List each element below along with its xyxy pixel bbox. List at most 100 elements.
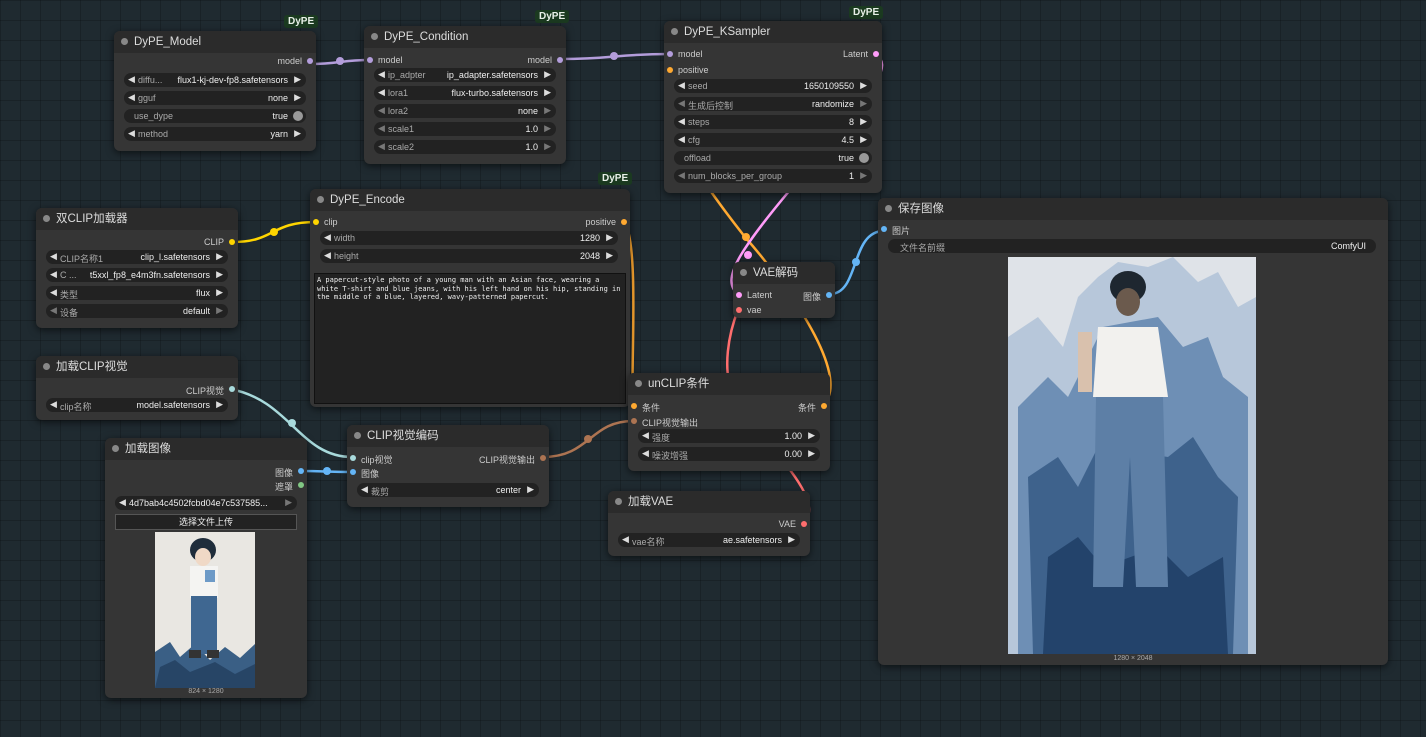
arrow-left-icon[interactable]: ◀ <box>678 116 685 127</box>
node-unclip-conditioning[interactable]: unCLIP条件 条件 条件 CLIP视觉输出 ◀ 强度 1.00 ▶ ◀ 噪波… <box>628 373 830 471</box>
collapse-dot-icon[interactable] <box>43 363 50 370</box>
widget-clip-name-2[interactable]: ◀ C ... t5xxl_fp8_e4m3fn.safetensors ▶ <box>46 268 228 282</box>
output-positive-dot[interactable] <box>621 219 627 225</box>
upload-file-button[interactable]: 选择文件上传 <box>115 514 297 530</box>
input-clip-vision-dot[interactable] <box>350 455 356 461</box>
collapse-dot-icon[interactable] <box>885 205 892 212</box>
prompt-textarea[interactable]: A papercut-style photo of a young man wi… <box>314 273 626 404</box>
arrow-left-icon[interactable]: ◀ <box>128 92 135 103</box>
input-image-dot[interactable] <box>350 469 356 475</box>
collapse-dot-icon[interactable] <box>740 269 747 276</box>
input-model-dot[interactable] <box>667 51 673 57</box>
arrow-right-icon[interactable]: ▶ <box>544 69 551 80</box>
node-dual-clip-loader[interactable]: 双CLIP加载器 CLIP ◀ CLIP名称1 clip_l.safetenso… <box>36 208 238 328</box>
output-image-dot[interactable] <box>826 292 832 298</box>
node-title[interactable]: DyPE_KSampler <box>664 21 882 43</box>
node-title[interactable]: 保存图像 <box>878 198 1388 220</box>
arrow-left-icon[interactable]: ◀ <box>642 430 649 441</box>
widget-cfg[interactable]: ◀ cfg 4.5 ▶ <box>674 133 872 147</box>
arrow-right-icon[interactable]: ▶ <box>216 287 223 298</box>
widget-control-after-generate[interactable]: ◀ 生成后控制 randomize ▶ <box>674 97 872 111</box>
output-model-dot[interactable] <box>557 57 563 63</box>
input-positive-dot[interactable] <box>667 67 673 73</box>
widget-vae-name[interactable]: ◀ vae名称 ae.safetensors ▶ <box>618 533 800 547</box>
node-title[interactable]: DyPE_Condition <box>364 26 566 48</box>
node-load-vae[interactable]: 加载VAE VAE ◀ vae名称 ae.safetensors ▶ <box>608 491 810 556</box>
arrow-right-icon[interactable]: ▶ <box>294 128 301 139</box>
widget-height[interactable]: ◀ height 2048 ▶ <box>320 249 618 263</box>
node-title[interactable]: 加载VAE <box>608 491 810 513</box>
input-vae-dot[interactable] <box>736 307 742 313</box>
arrow-right-icon[interactable]: ▶ <box>788 534 795 545</box>
output-conditioning-dot[interactable] <box>821 403 827 409</box>
arrow-right-icon[interactable]: ▶ <box>606 250 613 261</box>
widget-noise-augmentation[interactable]: ◀ 噪波增强 0.00 ▶ <box>638 447 820 461</box>
arrow-left-icon[interactable]: ◀ <box>378 141 385 152</box>
collapse-dot-icon[interactable] <box>371 33 378 40</box>
widget-scale2[interactable]: ◀ scale2 1.0 ▶ <box>374 140 556 154</box>
collapse-dot-icon[interactable] <box>354 432 361 439</box>
arrow-right-icon[interactable]: ▶ <box>527 484 534 495</box>
node-title[interactable]: DyPE_Encode <box>310 189 630 211</box>
widget-image-file[interactable]: ◀ 4d7bab4c4502fcbd04e7c537585... ▶ <box>115 496 297 510</box>
arrow-right-icon[interactable]: ▶ <box>285 497 292 508</box>
widget-clip-name-1[interactable]: ◀ CLIP名称1 clip_l.safetensors ▶ <box>46 250 228 264</box>
node-title[interactable]: unCLIP条件 <box>628 373 830 395</box>
arrow-right-icon[interactable]: ▶ <box>606 232 613 243</box>
node-clip-vision-encode[interactable]: CLIP视觉编码 clip视觉 CLIP视觉输出 图像 ◀ 裁剪 center … <box>347 425 549 507</box>
input-conditioning-dot[interactable] <box>631 403 637 409</box>
arrow-right-icon[interactable]: ▶ <box>294 74 301 85</box>
arrow-right-icon[interactable]: ▶ <box>294 92 301 103</box>
arrow-right-icon[interactable]: ▶ <box>860 116 867 127</box>
arrow-left-icon[interactable]: ◀ <box>128 128 135 139</box>
arrow-left-icon[interactable]: ◀ <box>50 251 57 262</box>
widget-clip-vision-name[interactable]: ◀ clip名称 model.safetensors ▶ <box>46 398 228 412</box>
arrow-right-icon[interactable]: ▶ <box>216 305 223 316</box>
widget-lora1[interactable]: ◀ lora1 flux-turbo.safetensors ▶ <box>374 86 556 100</box>
node-dype-model[interactable]: DyPE_Model model ◀ diffu... flux1-kj-dev… <box>114 31 316 151</box>
node-title[interactable]: 加载CLIP视觉 <box>36 356 238 378</box>
arrow-left-icon[interactable]: ◀ <box>378 105 385 116</box>
arrow-right-icon[interactable]: ▶ <box>808 430 815 441</box>
arrow-left-icon[interactable]: ◀ <box>678 80 685 91</box>
node-title[interactable]: 加载图像 <box>105 438 307 460</box>
arrow-right-icon[interactable]: ▶ <box>860 98 867 109</box>
arrow-right-icon[interactable]: ▶ <box>860 80 867 91</box>
node-clip-vision-loader[interactable]: 加载CLIP视觉 CLIP视觉 ◀ clip名称 model.safetenso… <box>36 356 238 420</box>
arrow-left-icon[interactable]: ◀ <box>50 269 57 280</box>
collapse-dot-icon[interactable] <box>671 28 678 35</box>
collapse-dot-icon[interactable] <box>317 196 324 203</box>
collapse-dot-icon[interactable] <box>43 215 50 222</box>
output-latent-dot[interactable] <box>873 51 879 57</box>
node-dype-ksampler[interactable]: DyPE_KSampler model Latent positive ◀ se… <box>664 21 882 193</box>
toggle-knob-icon[interactable] <box>859 153 869 163</box>
arrow-left-icon[interactable]: ◀ <box>678 134 685 145</box>
collapse-dot-icon[interactable] <box>121 38 128 45</box>
node-title[interactable]: DyPE_Model <box>114 31 316 53</box>
input-clip-dot[interactable] <box>313 219 319 225</box>
output-clip-vision-output-dot[interactable] <box>540 455 546 461</box>
arrow-right-icon[interactable]: ▶ <box>544 105 551 116</box>
node-vae-decode[interactable]: VAE解码 Latent 图像 vae <box>733 262 835 318</box>
toggle-knob-icon[interactable] <box>293 111 303 121</box>
arrow-right-icon[interactable]: ▶ <box>860 170 867 181</box>
arrow-left-icon[interactable]: ◀ <box>50 399 57 410</box>
collapse-dot-icon[interactable] <box>615 498 622 505</box>
arrow-left-icon[interactable]: ◀ <box>642 448 649 459</box>
arrow-left-icon[interactable]: ◀ <box>50 305 57 316</box>
arrow-right-icon[interactable]: ▶ <box>544 141 551 152</box>
collapse-dot-icon[interactable] <box>112 445 119 452</box>
input-clip-vision-output-dot[interactable] <box>631 418 637 424</box>
widget-ip-adapter[interactable]: ◀ ip_adpter ip_adapter.safetensors ▶ <box>374 68 556 82</box>
output-vae-dot[interactable] <box>801 521 807 527</box>
arrow-right-icon[interactable]: ▶ <box>216 251 223 262</box>
collapse-dot-icon[interactable] <box>635 380 642 387</box>
arrow-left-icon[interactable]: ◀ <box>678 170 685 181</box>
arrow-left-icon[interactable]: ◀ <box>378 87 385 98</box>
input-image-dot[interactable] <box>881 226 887 232</box>
node-dype-encode[interactable]: DyPE_Encode clip positive ◀ width 1280 ▶… <box>310 189 630 407</box>
arrow-right-icon[interactable]: ▶ <box>216 269 223 280</box>
widget-num-blocks[interactable]: ◀ num_blocks_per_group 1 ▶ <box>674 169 872 183</box>
arrow-left-icon[interactable]: ◀ <box>128 74 135 85</box>
widget-type[interactable]: ◀ 类型 flux ▶ <box>46 286 228 300</box>
